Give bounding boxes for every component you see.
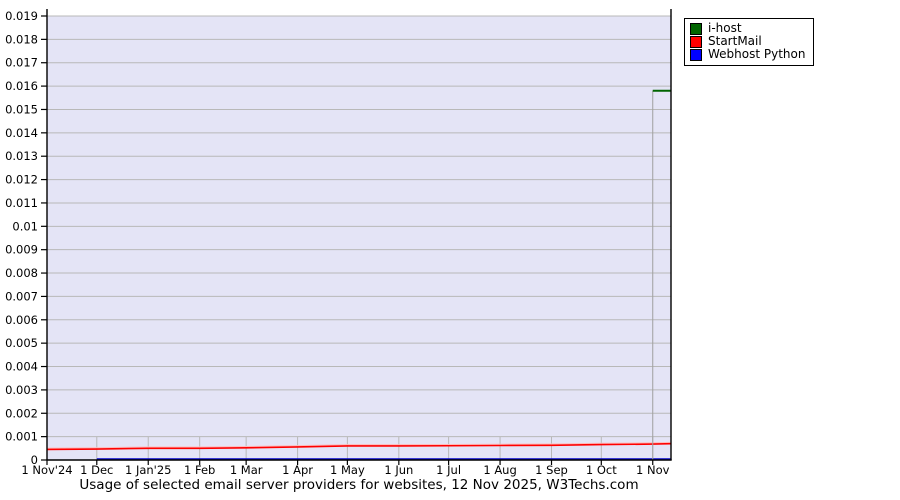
legend-swatch-webhost-python [690, 48, 702, 61]
x-tick-label: 1 Apr [282, 463, 313, 477]
legend: i-host StartMail Webhost Python [684, 18, 815, 66]
y-tick-label: 0.001 [5, 430, 38, 444]
y-tick-label: 0.014 [5, 126, 38, 140]
chart-title: Usage of selected email server providers… [79, 477, 639, 493]
x-tick-label: 1 Sep [535, 463, 568, 477]
y-tick-label: 0.008 [5, 266, 38, 280]
plot-area-background [47, 16, 671, 460]
y-tick-label: 0.005 [5, 336, 38, 350]
x-tick-label: 1 Nov [636, 463, 670, 477]
x-tick-label: 1 Jul [436, 463, 461, 477]
legend-item-webhost-python: Webhost Python [690, 48, 805, 61]
y-tick-label: 0.016 [5, 79, 38, 93]
y-tick-label: 0.017 [5, 56, 38, 70]
x-tick-label: 1 May [330, 463, 365, 477]
y-tick-label: 0.018 [5, 32, 38, 46]
legend-swatch-startmail [690, 35, 702, 48]
y-tick-label: 0.009 [5, 243, 38, 257]
y-tick-label: 0.003 [5, 383, 38, 397]
y-tick-label: 0.01 [12, 219, 38, 233]
y-tick-label: 0.013 [5, 149, 38, 163]
y-axis-labels: 0.019 0.018 0.017 0.016 0.015 0.014 0.013 0.012… [5, 9, 38, 467]
x-tick-label: 1 Feb [184, 463, 215, 477]
x-tick-label: 1 Jan'25 [125, 463, 172, 477]
y-tick-label: 0.004 [5, 360, 38, 374]
x-tick-label: 1 Aug [483, 463, 516, 477]
x-tick-label: 1 Mar [230, 463, 263, 477]
x-axis-labels: 1 Nov'24 1 Dec 1 Jan'25 1 Feb 1 Mar 1 Apr 1 Ma… [21, 463, 669, 477]
legend-swatch-i-host [690, 22, 702, 35]
y-tick-label: 0.019 [5, 9, 38, 23]
x-tick-label: 1 Jun [384, 463, 413, 477]
y-tick-label: 0.006 [5, 313, 38, 327]
w3techs-chart-page: { "chart_data": { "type": "line", "title… [0, 0, 900, 500]
y-tick-label: 0.011 [5, 196, 38, 210]
y-tick-label: 0.012 [5, 173, 38, 187]
legend-label: Webhost Python [708, 47, 806, 61]
x-tick-label: 1 Nov'24 [21, 463, 72, 477]
x-tick-label: 1 Oct [586, 463, 617, 477]
x-tick-label: 1 Dec [80, 463, 113, 477]
chart-canvas: 0.019 0.018 0.017 0.016 0.015 0.014 0.013 0.012… [5, 9, 672, 477]
y-tick-label: 0.015 [5, 102, 38, 116]
y-tick-label: 0.007 [5, 289, 38, 303]
y-tick-label: 0.002 [5, 406, 38, 420]
